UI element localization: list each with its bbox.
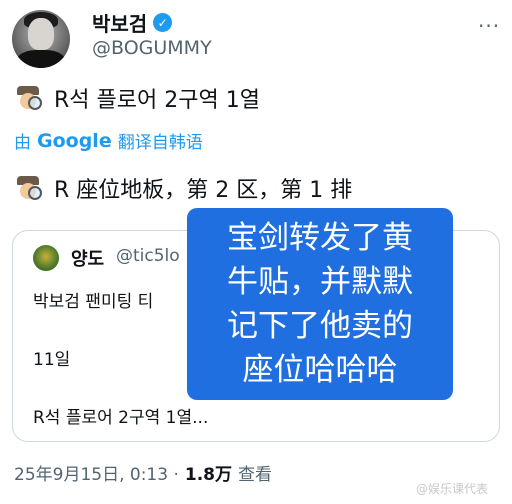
more-options-icon[interactable]: ··· [478,14,500,38]
author-handle[interactable]: @BOGUMMY [92,37,212,59]
tweet-meta: 25年9月15日, 0:13 · 1.8万 查看 [14,460,272,485]
author-name[interactable]: 박보검 [92,8,147,37]
quoted-author-name[interactable]: 양도 [71,245,104,271]
tweet-translated-line: R 座位地板，第 2 区，第 1 排 [14,172,352,204]
google-logo: Google [37,129,112,152]
tweet-original-line: R석 플로어 2구역 1열 [14,82,260,114]
avatar[interactable] [12,10,70,68]
quoted-text-line-1: 박보검 팬미팅 티 [33,292,154,312]
caption-line-3: 记下了他卖的 [227,308,413,344]
quoted-text-line-2: 11일 [33,350,71,370]
translation-attribution[interactable]: 由 Google 翻译自韩语 [14,128,203,154]
quoted-text-line-3: R석 플로어 2구역 1열... [33,408,209,428]
caption-line-1: 宝剑转发了黄 [227,220,413,256]
view-count: 1.8万 [184,465,232,485]
watermark: @娱乐课代表 [416,482,489,496]
tweet-translated-text: R 座位地板，第 2 区，第 1 排 [54,178,353,203]
tweet-datetime[interactable]: 25年9月15日, 0:13 · [14,460,179,485]
quoted-avatar[interactable] [33,245,59,271]
verified-badge-icon: ✓ [153,13,173,32]
caption-overlay: 宝剑转发了黄 牛贴，并默默 记下了他卖的 座位哈哈哈 [187,208,453,400]
caption-line-4: 座位哈哈哈 [242,352,398,388]
tweet-original-text: R석 플로어 2구역 1열 [54,88,260,113]
detective-emoji-icon [14,84,42,112]
caption-line-2: 牛贴，并默默 [227,264,413,300]
detective-emoji-icon [14,174,42,202]
view-count-label: 查看 [238,465,272,485]
quoted-author-handle[interactable]: @tic5lo [116,246,180,266]
author-name-row[interactable]: 박보검 ✓ [92,8,173,37]
